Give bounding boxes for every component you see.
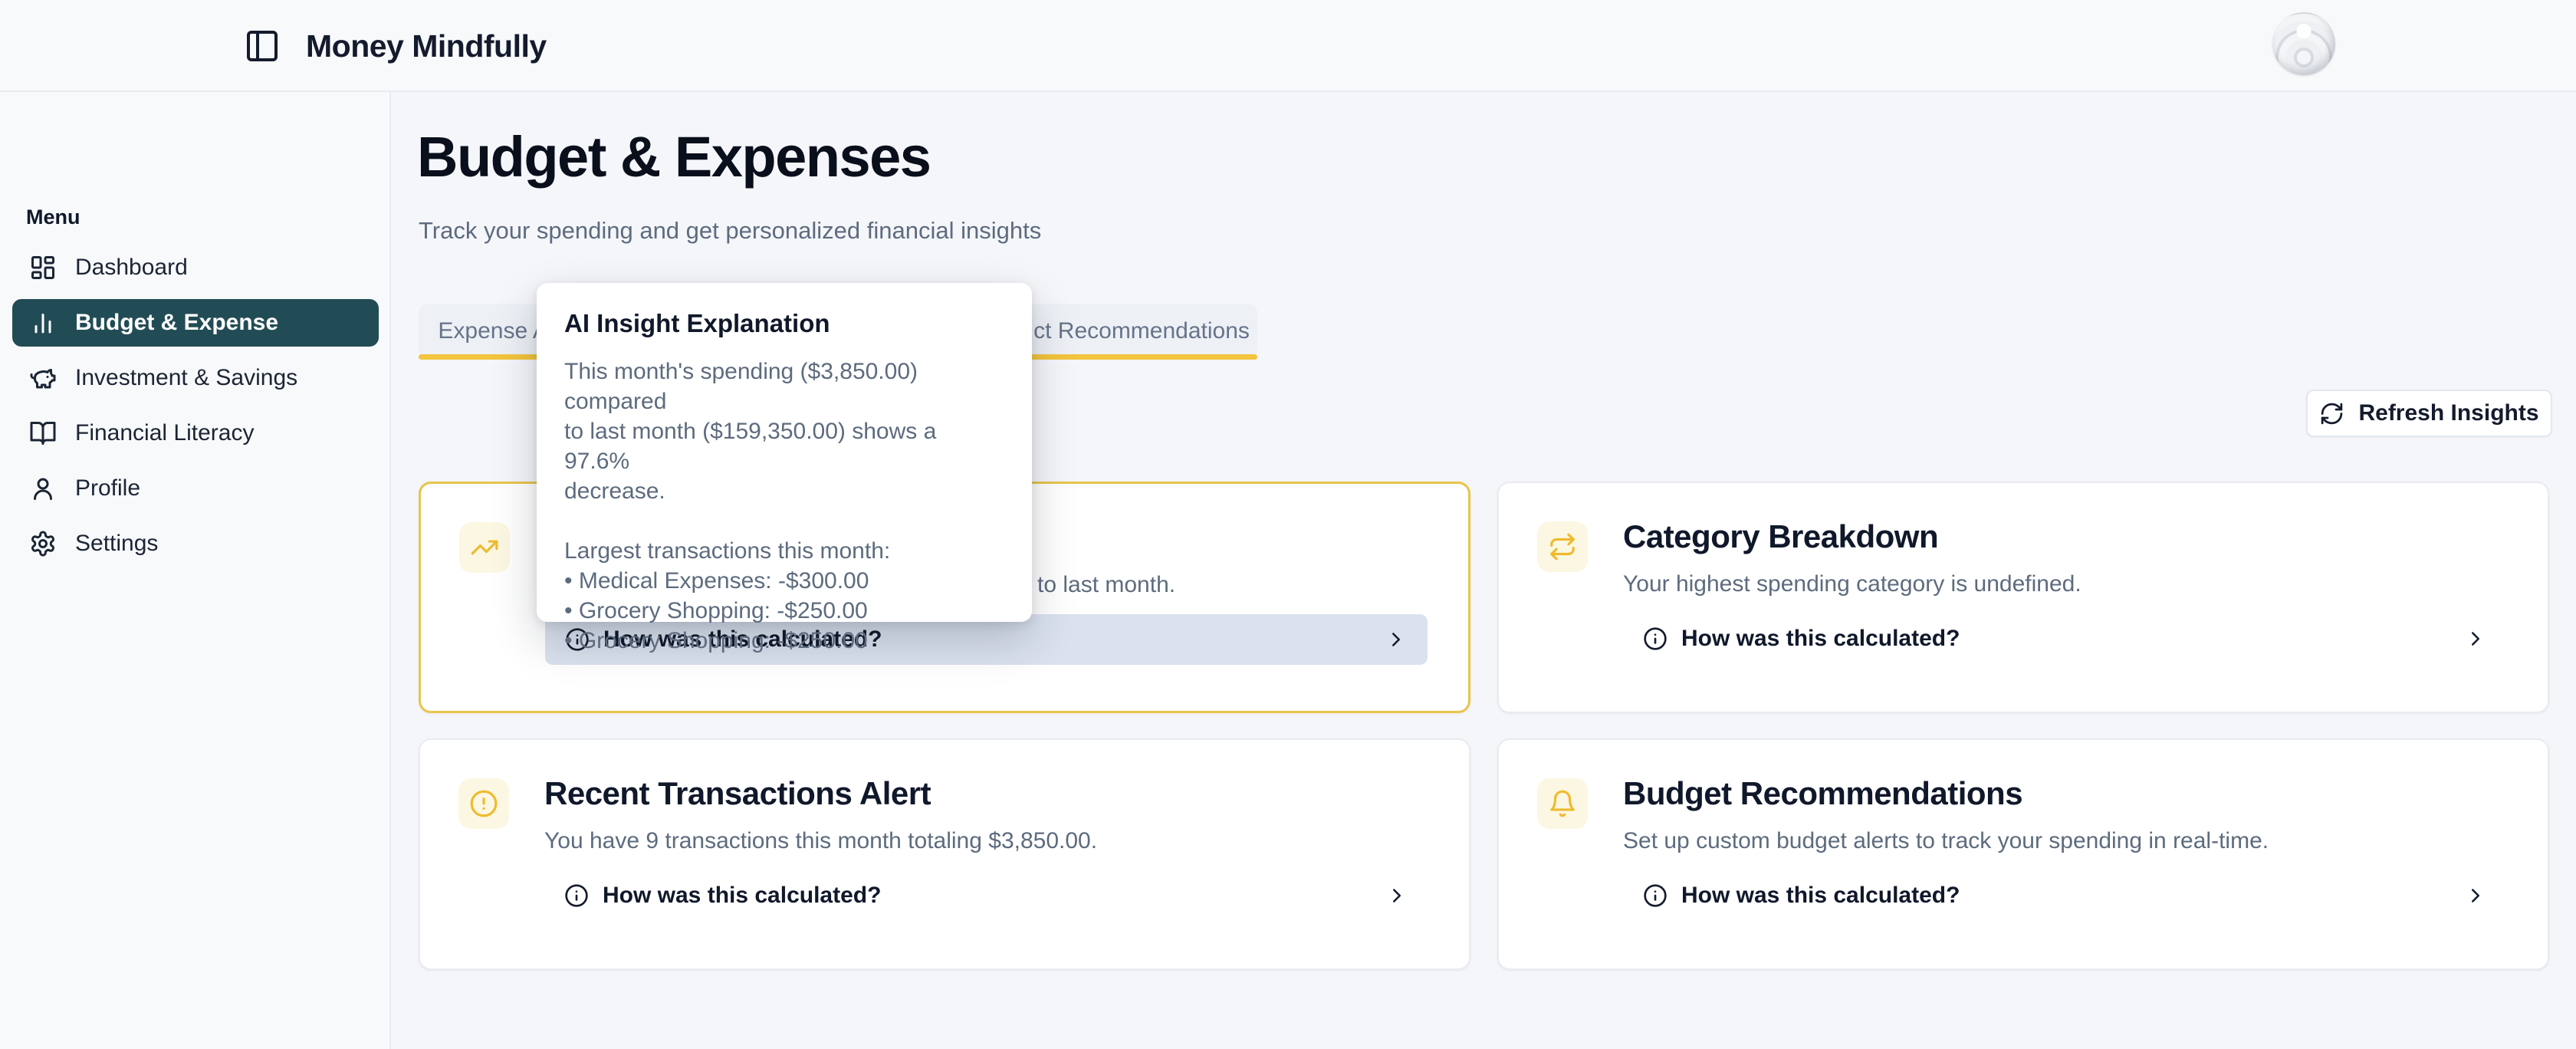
card-body: Set up custom budget alerts to track you…: [1623, 826, 2507, 857]
tooltip-list-item: • Grocery Shopping: -$250.00: [564, 626, 1004, 656]
how-calculated-button[interactable]: How was this calculated?: [544, 870, 1428, 921]
card-title: Budget Recommendations: [1623, 774, 2507, 814]
menu-section-label: Menu: [26, 206, 80, 229]
app-window: Money Mindfully Menu Dashboard Budget & …: [0, 0, 2576, 1049]
repeat-icon: [1537, 521, 1588, 572]
how-calculated-button[interactable]: How was this calculated?: [1623, 613, 2507, 664]
sidebar-item-profile[interactable]: Profile: [12, 465, 379, 512]
chevron-right-icon: [1385, 628, 1408, 651]
dashboard-grid-icon: [29, 254, 57, 281]
panel-left-icon: [244, 28, 281, 64]
refresh-insights-label: Refresh Insights: [2358, 400, 2538, 426]
tooltip-blank-line: [564, 506, 1004, 536]
sidebar-item-settings[interactable]: Settings: [12, 520, 379, 567]
sidebar-item-financial-literacy[interactable]: Financial Literacy: [12, 409, 379, 457]
sidebar-item-investment-savings[interactable]: Investment & Savings: [12, 354, 379, 402]
tooltip-list-header: Largest transactions this month:: [564, 536, 1004, 566]
card-title: Recent Transactions Alert: [544, 774, 1428, 814]
sidebar-item-label: Dashboard: [75, 255, 188, 281]
tooltip-paragraph-line: decrease.: [564, 476, 1004, 506]
ai-insight-tooltip: AI Insight Explanation This month's spen…: [537, 283, 1032, 622]
sidebar-item-label: Profile: [75, 475, 140, 501]
sidebar-item-label: Financial Literacy: [75, 420, 254, 446]
info-icon: [1643, 626, 1668, 651]
sidebar-item-label: Budget & Expense: [75, 310, 278, 336]
page-subtitle: Track your spending and get personalized…: [419, 217, 1041, 245]
sidebar-item-dashboard[interactable]: Dashboard: [12, 244, 379, 291]
bar-chart-icon: [29, 309, 57, 337]
card-body: You have 9 transactions this month total…: [544, 826, 1428, 857]
card-title: Category Breakdown: [1623, 517, 2507, 557]
avatar[interactable]: [2272, 12, 2335, 75]
trending-up-icon: [459, 522, 510, 573]
chevron-right-icon: [2464, 627, 2487, 650]
insight-card-category-breakdown: Category Breakdown Your highest spending…: [1497, 482, 2549, 713]
how-calculated-label: How was this calculated?: [603, 883, 881, 909]
chevron-right-icon: [2464, 884, 2487, 907]
tooltip-list-item: • Grocery Shopping: -$250.00: [564, 596, 1004, 626]
open-book-icon: [29, 419, 57, 447]
refresh-insights-button[interactable]: Refresh Insights: [2306, 390, 2552, 437]
how-calculated-button[interactable]: How was this calculated?: [1623, 870, 2507, 921]
how-calculated-label: How was this calculated?: [1681, 883, 1960, 909]
gear-icon: [29, 530, 57, 557]
top-header: Money Mindfully: [0, 0, 2576, 92]
sidebar: Menu Dashboard Budget & Expense Investme…: [0, 92, 391, 1049]
refresh-icon: [2319, 401, 2344, 426]
sidebar-toggle-button[interactable]: [244, 28, 281, 64]
sidebar-item-budget-expense[interactable]: Budget & Expense: [12, 299, 379, 347]
sidebar-item-label: Settings: [75, 531, 158, 557]
tooltip-paragraph-line: This month's spending ($3,850.00) compar…: [564, 357, 1004, 416]
tooltip-paragraph-line: to last month ($159,350.00) shows a 97.6…: [564, 416, 1004, 476]
tooltip-list-item: • Medical Expenses: -$300.00: [564, 566, 1004, 596]
alert-circle-icon: [458, 778, 509, 829]
app-title: Money Mindfully: [306, 0, 547, 92]
page-title: Budget & Expenses: [417, 124, 930, 189]
tooltip-title: AI Insight Explanation: [564, 309, 1004, 338]
piggy-bank-icon: [29, 364, 57, 392]
how-calculated-label: How was this calculated?: [1681, 626, 1960, 652]
chevron-right-icon: [1385, 884, 1408, 907]
bell-icon: [1537, 778, 1588, 829]
user-icon: [29, 475, 57, 502]
info-icon: [564, 883, 589, 908]
info-icon: [1643, 883, 1668, 908]
sidebar-item-label: Investment & Savings: [75, 365, 297, 391]
card-body: Your highest spending category is undefi…: [1623, 569, 2507, 600]
insight-card-budget-recommendations: Budget Recommendations Set up custom bud…: [1497, 738, 2549, 970]
insight-card-recent-transactions: Recent Transactions Alert You have 9 tra…: [419, 738, 1470, 970]
sidebar-nav: Dashboard Budget & Expense Investment & …: [12, 244, 379, 575]
